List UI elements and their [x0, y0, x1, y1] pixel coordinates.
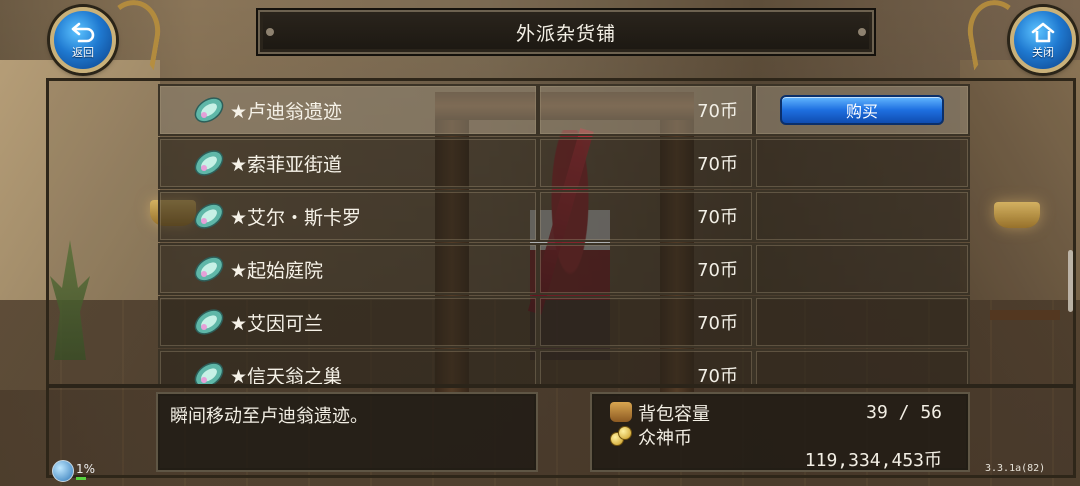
item-price: 70币 — [697, 260, 738, 281]
home-icon — [1031, 22, 1055, 42]
item-action-cell — [754, 349, 970, 384]
version-label: 3.3.1a(82) — [985, 463, 1046, 474]
list-item[interactable]: ★艾因可兰 70币 — [158, 296, 970, 348]
item-action-cell — [754, 243, 970, 295]
progress-bar — [76, 477, 86, 480]
back-button[interactable]: 返回 — [50, 7, 116, 73]
item-name: ★信天翁之巢 — [230, 365, 343, 385]
item-price-cell: 70币 — [538, 349, 754, 384]
item-name: ★起始庭院 — [230, 259, 324, 282]
item-price-cell: 70币 — [538, 190, 754, 242]
item-action-cell: 购买 — [754, 84, 970, 136]
crystal-wing-icon — [194, 362, 224, 384]
crystal-wing-icon — [194, 203, 224, 229]
item-price-cell: 70币 — [538, 296, 754, 348]
shop-item-list[interactable]: ★卢迪翁遗迹 70币 购买 ★索菲亚街道 70币 ★艾尔・斯卡罗 70币 ★起始… — [158, 84, 970, 384]
page-title: 外派杂货铺 — [515, 22, 616, 45]
list-item[interactable]: ★信天翁之巢 70币 — [158, 349, 970, 384]
close-button[interactable]: 关闭 — [1010, 7, 1076, 73]
back-arrow-icon — [71, 22, 95, 42]
item-price-cell: 70币 — [538, 84, 754, 136]
bag-icon — [610, 402, 632, 422]
crystal-wing-icon — [194, 97, 224, 123]
item-name-cell: ★起始庭院 — [158, 243, 538, 295]
title-bar: 外派杂货铺 — [258, 10, 874, 54]
crystal-wing-icon — [194, 309, 224, 335]
rivet-left — [266, 28, 274, 36]
globe-icon[interactable] — [52, 460, 74, 482]
item-price: 70币 — [697, 313, 738, 334]
crystal-wing-icon — [194, 150, 224, 176]
item-name-cell: ★卢迪翁遗迹 — [158, 84, 538, 136]
item-name: ★卢迪翁遗迹 — [230, 100, 343, 123]
progress-percent: 1% — [76, 462, 96, 476]
bag-capacity-value: 39 / 56 — [866, 402, 942, 423]
item-price: 70币 — [697, 366, 738, 384]
inventory-stats-panel: 背包容量 39 / 56 众神币 119,334,453币 — [590, 392, 970, 472]
item-price-cell: 70币 — [538, 243, 754, 295]
item-name: ★索菲亚街道 — [230, 153, 343, 176]
item-price-cell: 70币 — [538, 137, 754, 189]
buy-button[interactable]: 购买 — [780, 95, 944, 125]
item-name-cell: ★艾尔・斯卡罗 — [158, 190, 538, 242]
item-name-cell: ★艾因可兰 — [158, 296, 538, 348]
item-name: ★艾尔・斯卡罗 — [230, 206, 362, 229]
item-price: 70币 — [697, 154, 738, 175]
item-action-cell — [754, 296, 970, 348]
god-coin-label: 众神币 — [638, 428, 692, 449]
back-label: 返回 — [72, 45, 94, 59]
crystal-wing-icon — [194, 256, 224, 282]
item-name-cell: ★索菲亚街道 — [158, 137, 538, 189]
item-action-cell — [754, 190, 970, 242]
item-name-cell: ★信天翁之巢 — [158, 349, 538, 384]
list-item[interactable]: ★起始庭院 70币 — [158, 243, 970, 295]
rivet-right — [858, 28, 866, 36]
item-name: ★艾因可兰 — [230, 312, 324, 335]
item-description: 瞬间移动至卢迪翁遗迹。 — [170, 406, 368, 427]
list-item[interactable]: ★索菲亚街道 70币 — [158, 137, 970, 189]
close-label: 关闭 — [1032, 45, 1054, 59]
item-price: 70币 — [697, 101, 738, 122]
item-description-panel: 瞬间移动至卢迪翁遗迹。 — [156, 392, 538, 472]
item-price: 70币 — [697, 207, 738, 228]
item-action-cell — [754, 137, 970, 189]
list-item[interactable]: ★卢迪翁遗迹 70币 购买 — [158, 84, 970, 136]
list-divider — [48, 384, 1076, 388]
list-item[interactable]: ★艾尔・斯卡罗 70币 — [158, 190, 970, 242]
bag-capacity-label: 背包容量 — [638, 404, 710, 425]
god-coin-value: 119,334,453币 — [804, 450, 942, 471]
coin-icon — [610, 426, 632, 446]
